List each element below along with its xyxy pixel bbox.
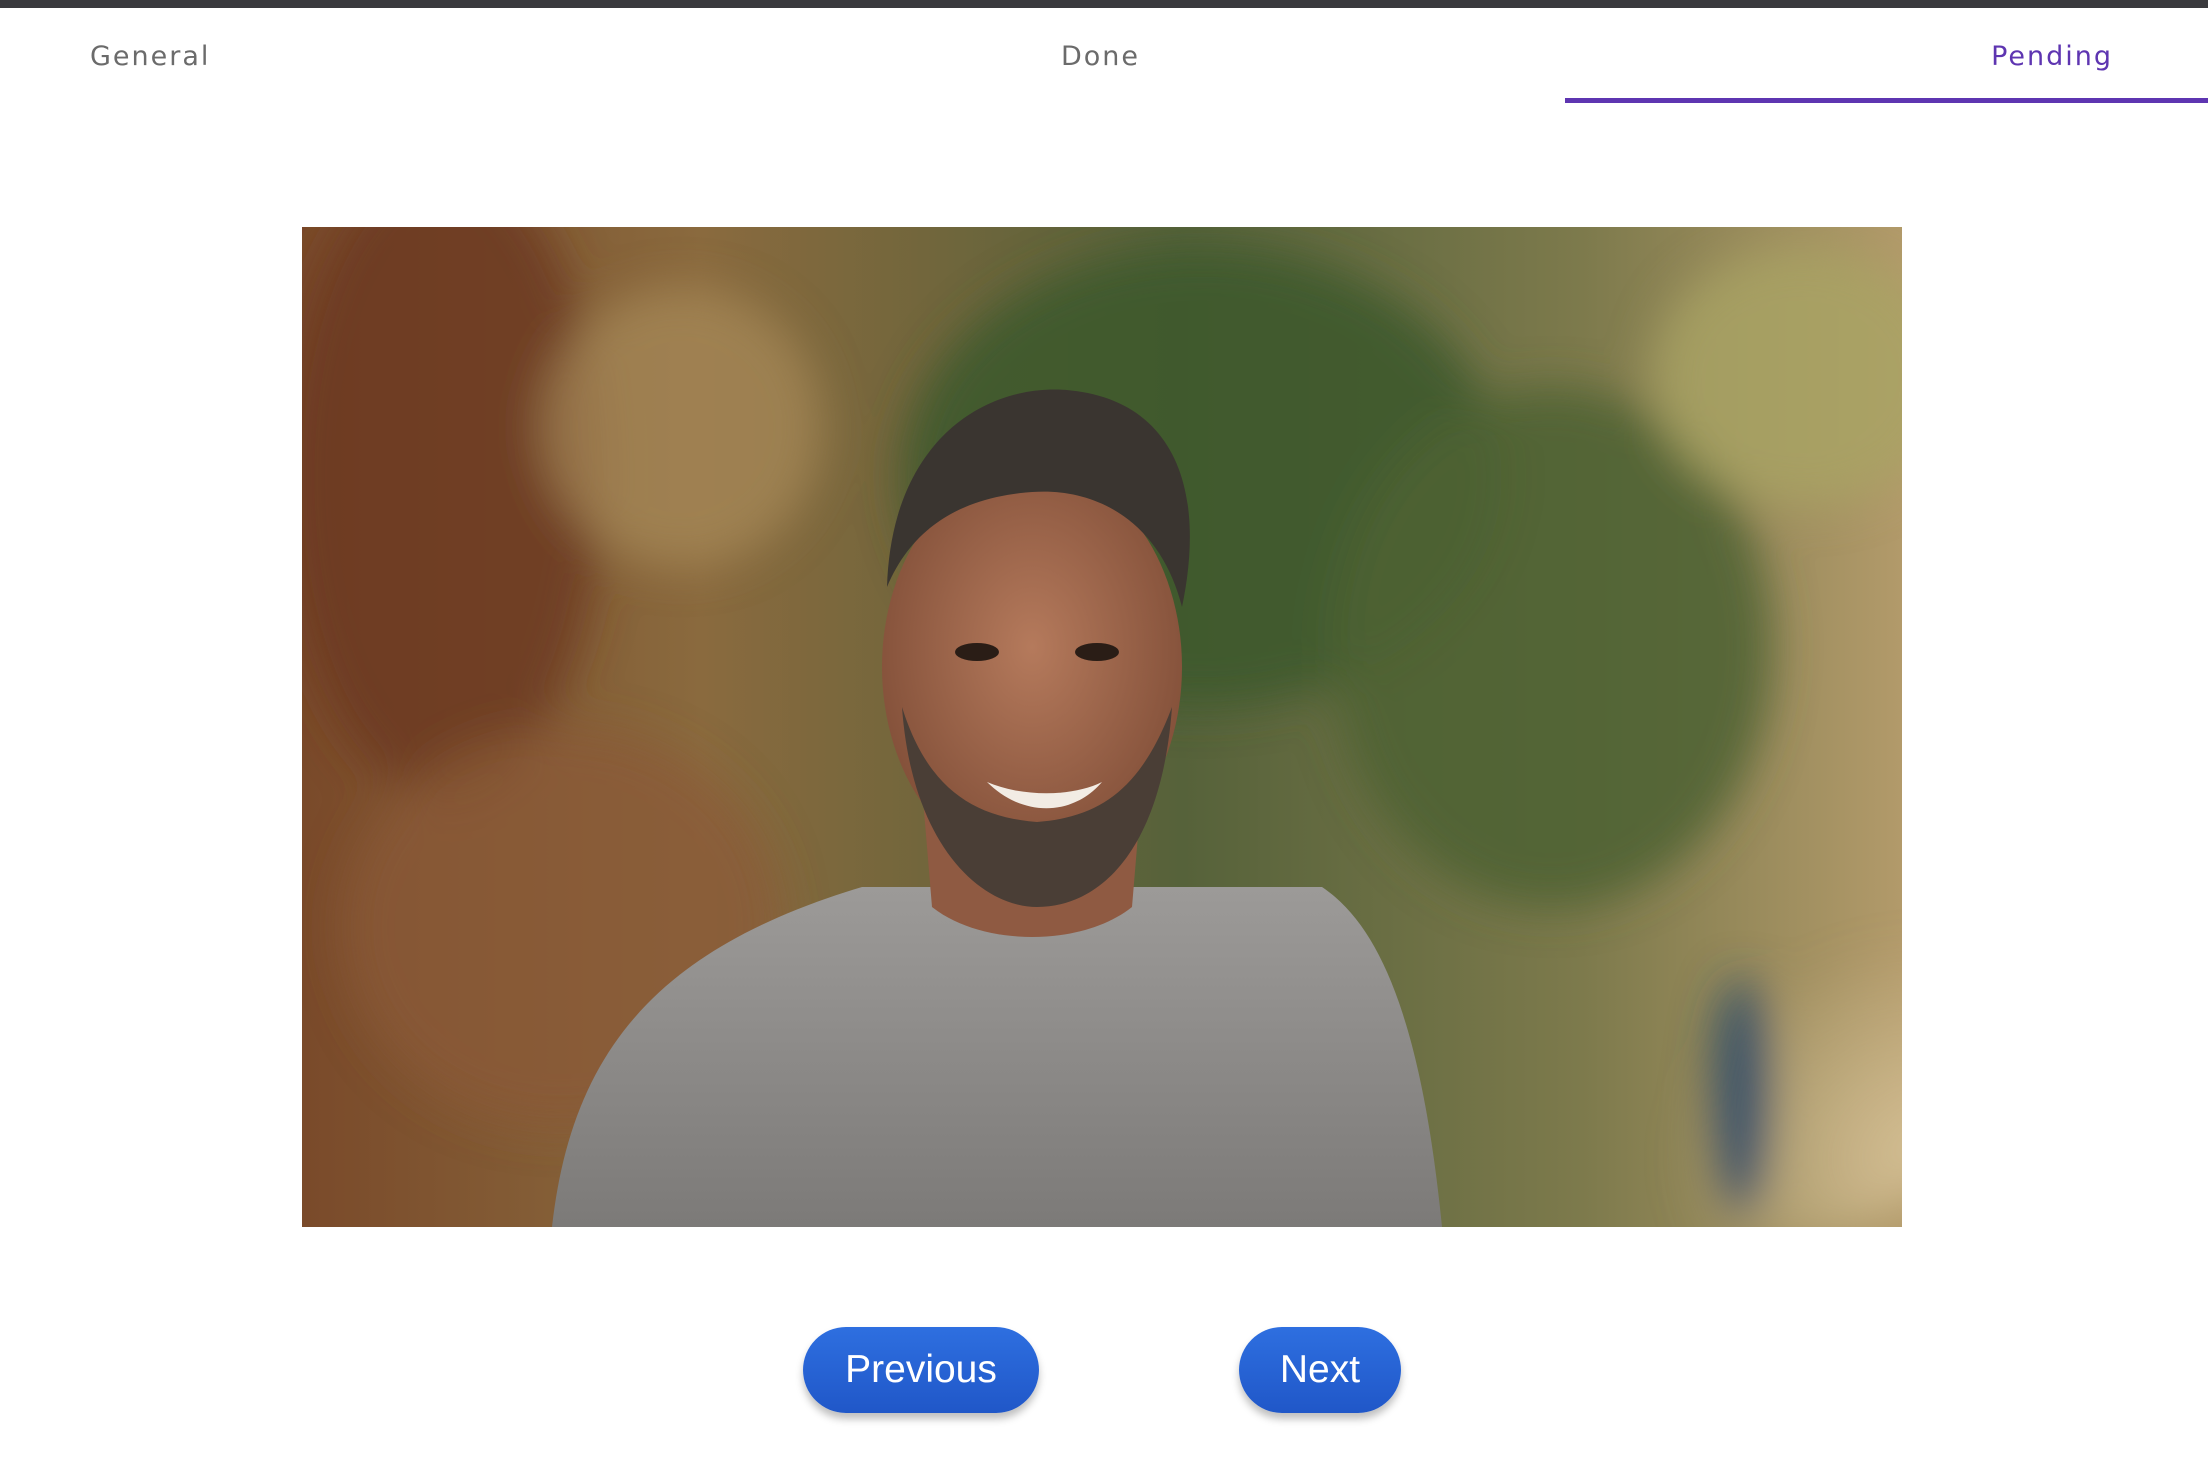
active-tab-indicator xyxy=(1565,98,2208,103)
tab-done[interactable]: Done xyxy=(1061,8,1140,104)
previous-button[interactable]: Previous xyxy=(803,1327,1039,1413)
tab-bar: General Done Pending xyxy=(0,8,2208,104)
portrait-photo xyxy=(302,227,1902,1227)
top-bar xyxy=(0,0,2208,8)
tab-pending[interactable]: Pending xyxy=(1565,8,2208,104)
tab-general[interactable]: General xyxy=(90,8,210,104)
next-button[interactable]: Next xyxy=(1239,1327,1401,1413)
